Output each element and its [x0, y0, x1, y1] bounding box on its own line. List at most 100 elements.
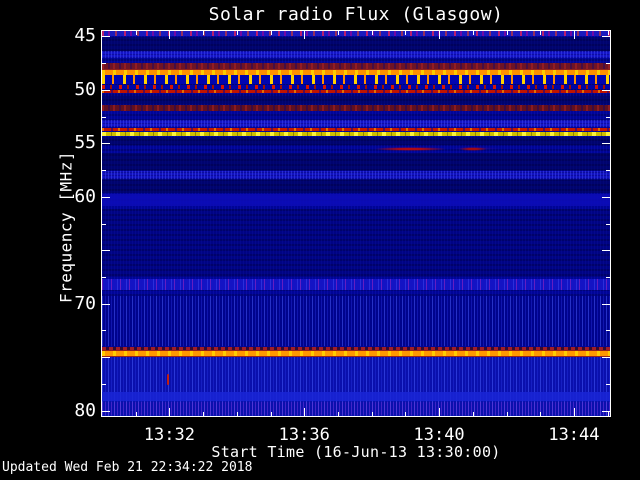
- maroon-band-51-7: [102, 104, 610, 111]
- y-tick-left: [102, 143, 110, 145]
- x-tick-top: [405, 31, 407, 35]
- x-tick-bottom: [337, 412, 339, 416]
- y-tick-right: [602, 143, 610, 145]
- y-tick-right: [606, 330, 610, 332]
- x-tick-bottom: [405, 412, 407, 416]
- x-tick-bottom: [203, 412, 205, 416]
- x-tick-bottom: [439, 408, 441, 416]
- y-tick-right: [602, 36, 610, 38]
- speckle-band-68: [102, 279, 610, 291]
- y-tick-left: [102, 383, 106, 385]
- y-tick-right: [602, 357, 610, 359]
- x-tick-top: [371, 31, 373, 35]
- rfi-spike-76-7: [167, 374, 170, 385]
- updated-timestamp: Updated Wed Feb 21 22:34:22 2018: [2, 460, 253, 475]
- burst-smear-main: [371, 146, 450, 151]
- y-tick-right: [606, 170, 610, 172]
- y-tick-left: [102, 89, 110, 91]
- x-tick-top: [304, 31, 306, 39]
- chart-title: Solar radio Flux (Glasgow): [208, 4, 504, 25]
- x-tick-top: [236, 31, 238, 35]
- y-tick-right: [606, 383, 610, 385]
- x-tick-top: [506, 31, 508, 35]
- red-line-50-2: [102, 89, 610, 94]
- rfi-yellow-dashes: [102, 75, 610, 85]
- yellow-line-54-1: [102, 131, 610, 137]
- x-tick-top: [472, 31, 474, 35]
- y-tick-left: [102, 196, 110, 198]
- y-tick-right: [606, 223, 610, 225]
- y-tick-right: [602, 196, 610, 198]
- y-tick-left: [102, 63, 106, 65]
- x-tick-top: [169, 31, 171, 39]
- x-tick-label: 13:44: [548, 425, 600, 445]
- x-tick-top: [439, 31, 441, 39]
- y-tick-right: [606, 276, 610, 278]
- y-tick-right: [606, 116, 610, 118]
- app-window: Solar radio Flux (Glasgow) Frequency [MH…: [0, 0, 640, 480]
- y-tick-right: [602, 250, 610, 252]
- soft-band-78-7: [102, 392, 610, 402]
- y-tick-label: 70: [74, 292, 96, 314]
- y-tick-left: [102, 36, 110, 38]
- band-53-2: [102, 119, 610, 128]
- x-tick-label: 13:32: [143, 425, 195, 445]
- x-tick-top: [270, 31, 272, 35]
- orange-line-74-6: [102, 350, 610, 357]
- x-tick-bottom: [135, 412, 137, 416]
- y-tick-left: [102, 116, 106, 118]
- x-tick-bottom: [540, 412, 542, 416]
- y-tick-label: 50: [74, 78, 96, 100]
- y-tick-left: [102, 276, 106, 278]
- x-tick-bottom: [270, 412, 272, 416]
- shade-45-46: [102, 36, 610, 51]
- rfi-red-dashes: [102, 84, 610, 90]
- x-tick-bottom: [371, 412, 373, 416]
- x-tick-top: [203, 31, 205, 35]
- band-46-7: [102, 51, 610, 58]
- y-tick-left: [102, 303, 110, 305]
- y-tick-right: [602, 410, 610, 412]
- maroon-dash-74-2: [102, 346, 610, 350]
- x-tick-bottom: [472, 412, 474, 416]
- shade-56-57: [102, 152, 610, 171]
- x-tick-top: [607, 31, 609, 35]
- burst-smear-blob: [457, 147, 488, 151]
- spectrogram-plot: [101, 30, 611, 417]
- x-tick-bottom: [236, 412, 238, 416]
- y-tick-label: 45: [74, 25, 96, 47]
- y-tick-right: [606, 63, 610, 65]
- shade-58-59: [102, 180, 610, 194]
- shade-54-55: [102, 137, 610, 146]
- x-tick-label: 13:36: [278, 425, 330, 445]
- y-tick-label: 80: [74, 399, 96, 421]
- x-tick-bottom: [607, 412, 609, 416]
- x-tick-bottom: [169, 408, 171, 416]
- shade-50-51: [102, 95, 610, 105]
- y-tick-left: [102, 330, 106, 332]
- x-tick-bottom: [304, 408, 306, 416]
- y-tick-label: 60: [74, 185, 96, 207]
- y-tick-left: [102, 170, 106, 172]
- soft-band-60-3: [102, 194, 610, 207]
- speckle-band-58: [102, 171, 610, 180]
- x-tick-label: 13:40: [413, 425, 465, 445]
- top-edge-speckle: [102, 31, 610, 37]
- maroon-band-47-8: [102, 63, 610, 69]
- orange-line-48-3: [102, 69, 610, 75]
- x-tick-bottom: [573, 408, 575, 416]
- y-tick-right: [602, 303, 610, 305]
- x-axis-title: Start Time (16-Jun-13 13:30:00): [211, 443, 501, 461]
- y-tick-left: [102, 223, 106, 225]
- x-tick-top: [337, 31, 339, 35]
- x-tick-top: [540, 31, 542, 35]
- y-tick-left: [102, 357, 110, 359]
- purple-tint-bottom: [102, 402, 610, 416]
- x-tick-top: [135, 31, 137, 35]
- shade-61-67: [102, 208, 610, 278]
- y-tick-left: [102, 250, 110, 252]
- y-tick-left: [102, 410, 110, 412]
- grass-69-74: [102, 296, 610, 347]
- y-axis-title: Frequency [MHz]: [56, 151, 76, 303]
- x-tick-bottom: [506, 412, 508, 416]
